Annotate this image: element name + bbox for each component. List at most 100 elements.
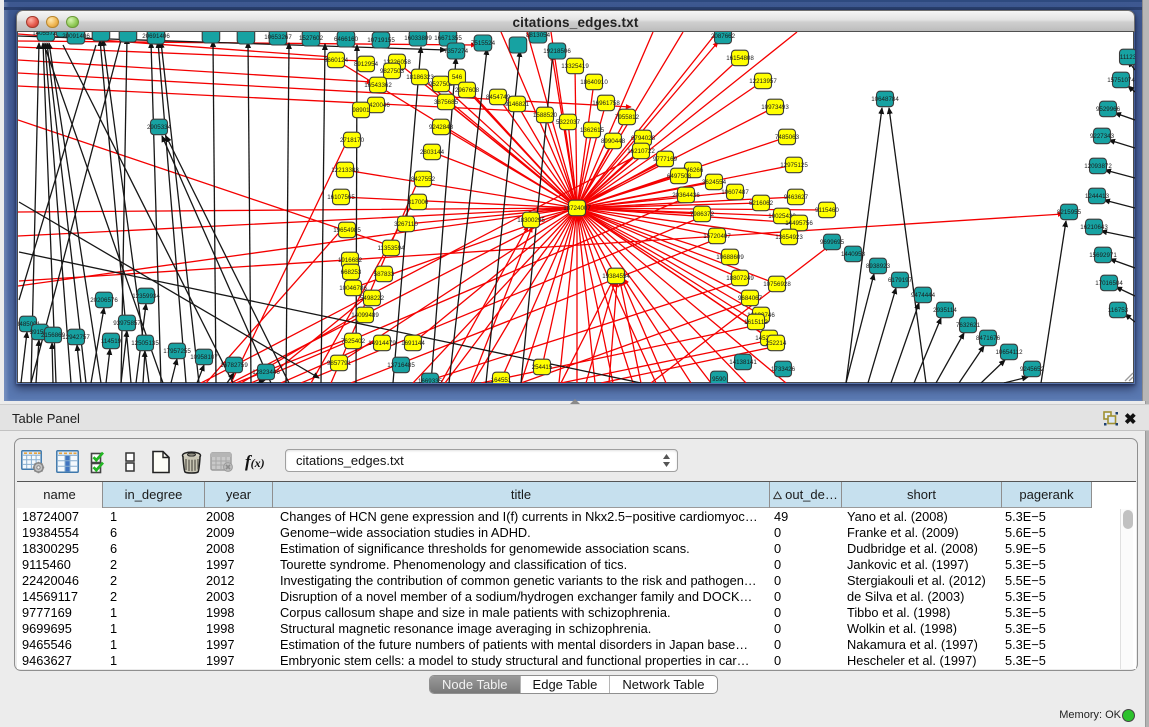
svg-text:5498222: 5498222	[360, 295, 385, 302]
svg-text:587833: 587833	[374, 271, 395, 278]
svg-text:16671355: 16671355	[434, 35, 462, 42]
svg-text:12505135: 12505135	[131, 340, 159, 347]
svg-text:7986372: 7986372	[690, 211, 715, 218]
svg-text:19654985: 19654985	[333, 227, 361, 234]
svg-text:1691144: 1691144	[401, 340, 425, 347]
svg-text:6216062: 6216062	[749, 200, 774, 207]
svg-text:7955812: 7955812	[615, 114, 640, 121]
svg-text:16033809: 16033809	[404, 35, 432, 42]
svg-text:20691406: 20691406	[142, 33, 170, 40]
svg-text:10958107: 10958107	[190, 354, 218, 361]
svg-text:19384554: 19384554	[602, 273, 630, 280]
svg-text:9590: 9590	[712, 376, 726, 383]
svg-text:16210722: 16210722	[627, 148, 655, 155]
svg-text:9115460: 9115460	[815, 207, 839, 214]
svg-text:12942757: 12942757	[62, 334, 90, 341]
svg-text:12975125: 12975125	[780, 162, 808, 169]
svg-text:3875685: 3875685	[434, 99, 459, 106]
svg-text:8427552: 8427552	[411, 176, 436, 183]
svg-text:12359934: 12359934	[132, 293, 160, 300]
svg-text:11353594: 11353594	[377, 245, 405, 252]
svg-text:14138141: 14138141	[729, 359, 757, 366]
svg-text:9684067: 9684067	[738, 295, 763, 302]
svg-text:254415: 254415	[532, 364, 553, 371]
svg-text:8912954: 8912954	[354, 61, 379, 68]
svg-text:10719155: 10719155	[367, 37, 395, 44]
svg-text:252214: 252214	[766, 340, 787, 347]
svg-text:15692971: 15692971	[1089, 252, 1117, 259]
svg-text:9857791: 9857791	[327, 360, 352, 367]
svg-text:3624554: 3624554	[702, 179, 727, 186]
svg-text:17957255: 17957255	[163, 348, 191, 355]
svg-text:15720407: 15720407	[703, 233, 731, 240]
svg-text:16107565: 16107565	[327, 194, 355, 201]
svg-text:10653267: 10653267	[264, 34, 292, 41]
svg-text:1588520: 1588520	[533, 112, 558, 119]
svg-text:668253: 668253	[341, 269, 362, 276]
svg-text:9777169: 9777169	[653, 156, 678, 163]
svg-text:14495756: 14495756	[785, 220, 813, 227]
svg-text:10654112: 10654112	[995, 349, 1023, 356]
svg-text:12213957: 12213957	[749, 78, 777, 85]
svg-text:8938923: 8938923	[866, 263, 891, 270]
svg-text:3267110: 3267110	[394, 221, 418, 228]
svg-text:10688609: 10688609	[716, 254, 744, 261]
svg-text:9474444: 9474444	[911, 292, 936, 299]
svg-text:8990448: 8990448	[601, 138, 626, 145]
svg-text:20206576: 20206576	[90, 297, 118, 304]
svg-text:10648784: 10648784	[871, 96, 899, 103]
svg-text:2087662: 2087662	[711, 33, 736, 40]
svg-text:9699695: 9699695	[820, 239, 845, 246]
svg-text:13716485: 13716485	[387, 362, 415, 369]
svg-text:5322037: 5322037	[556, 119, 581, 126]
svg-text:9227343: 9227343	[1090, 133, 1115, 140]
svg-text:2967608: 2967608	[455, 87, 480, 94]
svg-text:6794028: 6794028	[631, 135, 656, 142]
svg-text:8215955: 8215955	[1057, 209, 1082, 216]
svg-text:2905334: 2905334	[147, 124, 172, 131]
svg-text:1733426: 1733426	[771, 366, 796, 373]
svg-text:9146821: 9146821	[505, 101, 530, 108]
svg-text:116753: 116753	[1108, 307, 1129, 314]
svg-text:93975857: 93975857	[113, 320, 141, 327]
svg-text:2935114: 2935114	[933, 307, 957, 314]
svg-text:10973493: 10973493	[761, 104, 789, 111]
svg-text:17016504: 17016504	[1095, 280, 1123, 287]
svg-text:18807249: 18807249	[726, 275, 754, 282]
svg-text:7515524: 7515524	[471, 40, 496, 47]
svg-text:1440953: 1440953	[841, 251, 866, 258]
svg-text:16782759: 16782759	[220, 362, 248, 369]
svg-text:7632621: 7632621	[956, 322, 981, 329]
svg-text:317006: 317006	[408, 199, 429, 206]
svg-text:12213383: 12213383	[331, 167, 359, 174]
svg-text:1362615: 1362615	[580, 127, 605, 134]
svg-text:8471676: 8471676	[976, 335, 1001, 342]
svg-text:11123: 11123	[1120, 54, 1135, 61]
svg-text:546: 546	[452, 74, 463, 81]
svg-text:18640910: 18640910	[580, 79, 608, 86]
svg-text:15751074: 15751074	[1107, 77, 1135, 84]
svg-text:12093872: 12093872	[1084, 163, 1112, 170]
svg-text:12823446: 12823446	[252, 369, 280, 376]
svg-text:7485063: 7485063	[775, 134, 800, 141]
svg-text:14099489: 14099489	[351, 312, 379, 319]
svg-text:9827503: 9827503	[380, 68, 405, 75]
svg-text:14914479: 14914479	[368, 340, 396, 347]
svg-text:18300295: 18300295	[517, 217, 545, 224]
svg-text:18724007: 18724007	[563, 205, 591, 212]
svg-text:2803144: 2803144	[420, 149, 445, 156]
svg-text:8454749: 8454749	[486, 94, 511, 101]
svg-text:8813054: 8813054	[526, 32, 551, 39]
svg-text:13654923: 13654923	[775, 234, 803, 241]
svg-text:1527602: 1527602	[299, 35, 324, 42]
svg-text:13325419: 13325419	[561, 63, 589, 70]
svg-text:18186323: 18186323	[406, 74, 434, 81]
svg-text:10046786: 10046786	[339, 285, 367, 292]
svg-text:10756928: 10756928	[763, 281, 791, 288]
svg-text:7625402: 7625402	[341, 338, 366, 345]
svg-text:1916682: 1916682	[338, 257, 363, 264]
svg-text:164551: 164551	[491, 377, 512, 383]
svg-text:20091406: 20091406	[62, 33, 90, 40]
svg-text:7357274: 7357274	[444, 48, 469, 55]
svg-text:10607487: 10607487	[721, 189, 749, 196]
